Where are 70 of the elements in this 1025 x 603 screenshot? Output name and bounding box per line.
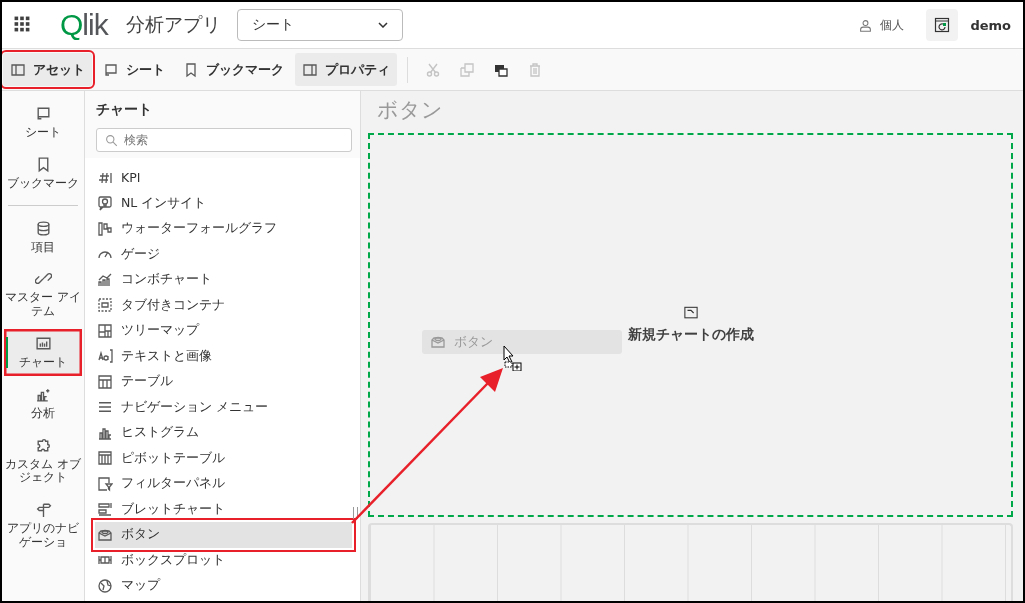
app-launcher-icon[interactable] xyxy=(14,16,32,34)
chart-type-icon xyxy=(97,450,113,467)
chart-type-icon xyxy=(97,577,113,594)
chart-type-icon xyxy=(97,348,113,365)
toolbar-icon xyxy=(103,61,119,78)
category-icon xyxy=(34,105,52,122)
toolbar-button[interactable]: アセット xyxy=(3,53,92,86)
toolbar-icon xyxy=(10,61,26,78)
create-chart-label: 新規チャートの作成 xyxy=(627,326,754,344)
toolbar-button[interactable]: シート xyxy=(96,53,172,86)
chart-window-icon xyxy=(934,17,951,33)
chart-type-icon xyxy=(97,271,113,288)
scissors-icon xyxy=(425,61,441,78)
search-field[interactable]: 検索 xyxy=(96,128,352,152)
chart-type-item[interactable]: ヒストグラム xyxy=(95,420,352,446)
chart-type-item[interactable]: コンボチャート xyxy=(95,267,352,293)
chart-type-icon xyxy=(97,297,113,314)
user-name[interactable]: demo xyxy=(970,17,1011,33)
trash-icon xyxy=(527,61,543,78)
chart-type-icon xyxy=(97,475,113,492)
chart-type-item[interactable]: フィルターパネル xyxy=(95,471,352,497)
chart-type-item[interactable]: ツリーマップ xyxy=(95,318,352,344)
chart-placeholder-icon xyxy=(682,306,699,320)
chart-type-item[interactable]: ブレットチャート xyxy=(95,496,352,522)
search-icon xyxy=(105,134,118,147)
category-icon xyxy=(34,219,52,237)
person-icon xyxy=(859,18,873,32)
sidebar-item[interactable]: シート xyxy=(4,99,82,146)
sidebar-item[interactable]: カスタム オブジェクト xyxy=(4,430,82,492)
chart-type-item[interactable]: ボックスプロット xyxy=(95,547,352,573)
sidebar-item[interactable]: 項目 xyxy=(4,213,82,261)
chart-type-item[interactable]: タブ付きコンテナ xyxy=(95,292,352,318)
space-label[interactable]: 個人 xyxy=(880,16,905,34)
chart-type-icon xyxy=(97,220,113,237)
sidebar-item[interactable]: 分析 xyxy=(4,379,82,427)
chart-type-item[interactable]: NL インサイト xyxy=(95,190,352,216)
toolbar-button[interactable]: ブックマーク xyxy=(176,53,291,86)
logo[interactable]: Qlik xyxy=(60,8,108,42)
chart-type-item[interactable]: マップ xyxy=(95,573,352,599)
sidebar-item[interactable]: チャート xyxy=(4,329,82,376)
chart-type-item[interactable]: ピボットテーブル xyxy=(95,445,352,471)
chart-type-item[interactable]: ウォーターフォールグラフ xyxy=(95,216,352,242)
view-dropdown[interactable]: シート xyxy=(236,9,403,41)
button-chart-icon xyxy=(430,334,446,350)
sidebar-item[interactable]: ブックマーク xyxy=(4,149,82,197)
resize-handle[interactable] xyxy=(353,507,358,519)
chart-type-icon xyxy=(97,501,113,518)
chart-type-item[interactable]: テキストと画像 xyxy=(95,343,352,369)
panel-title: チャート xyxy=(96,101,153,119)
app-title: 分析アプリ xyxy=(125,12,221,37)
category-icon xyxy=(34,335,52,352)
chart-type-item[interactable]: テーブル xyxy=(95,369,352,395)
drag-cursor-icon xyxy=(503,345,523,371)
copy-icon xyxy=(459,61,475,78)
chart-type-icon xyxy=(97,373,113,390)
chart-type-icon xyxy=(97,195,113,212)
category-icon xyxy=(34,436,52,454)
toolbar-icon xyxy=(302,61,318,78)
chevron-down-icon xyxy=(377,22,388,28)
app-icon-button[interactable] xyxy=(926,9,959,41)
chart-type-item[interactable]: ナビゲーション メニュー xyxy=(95,394,352,420)
chart-type-icon xyxy=(97,322,113,339)
category-icon xyxy=(34,501,52,519)
chart-type-item[interactable]: ゲージ xyxy=(95,241,352,267)
sheet-title: ボタン xyxy=(376,97,444,124)
sidebar-item[interactable]: マスター アイテム xyxy=(4,264,82,325)
toolbar-button[interactable]: プロパティ xyxy=(295,53,397,86)
toolbar-icon xyxy=(183,61,199,78)
chart-type-item[interactable]: KPI xyxy=(95,165,352,191)
sidebar-item[interactable]: アプリのナビゲーショ xyxy=(4,495,82,556)
